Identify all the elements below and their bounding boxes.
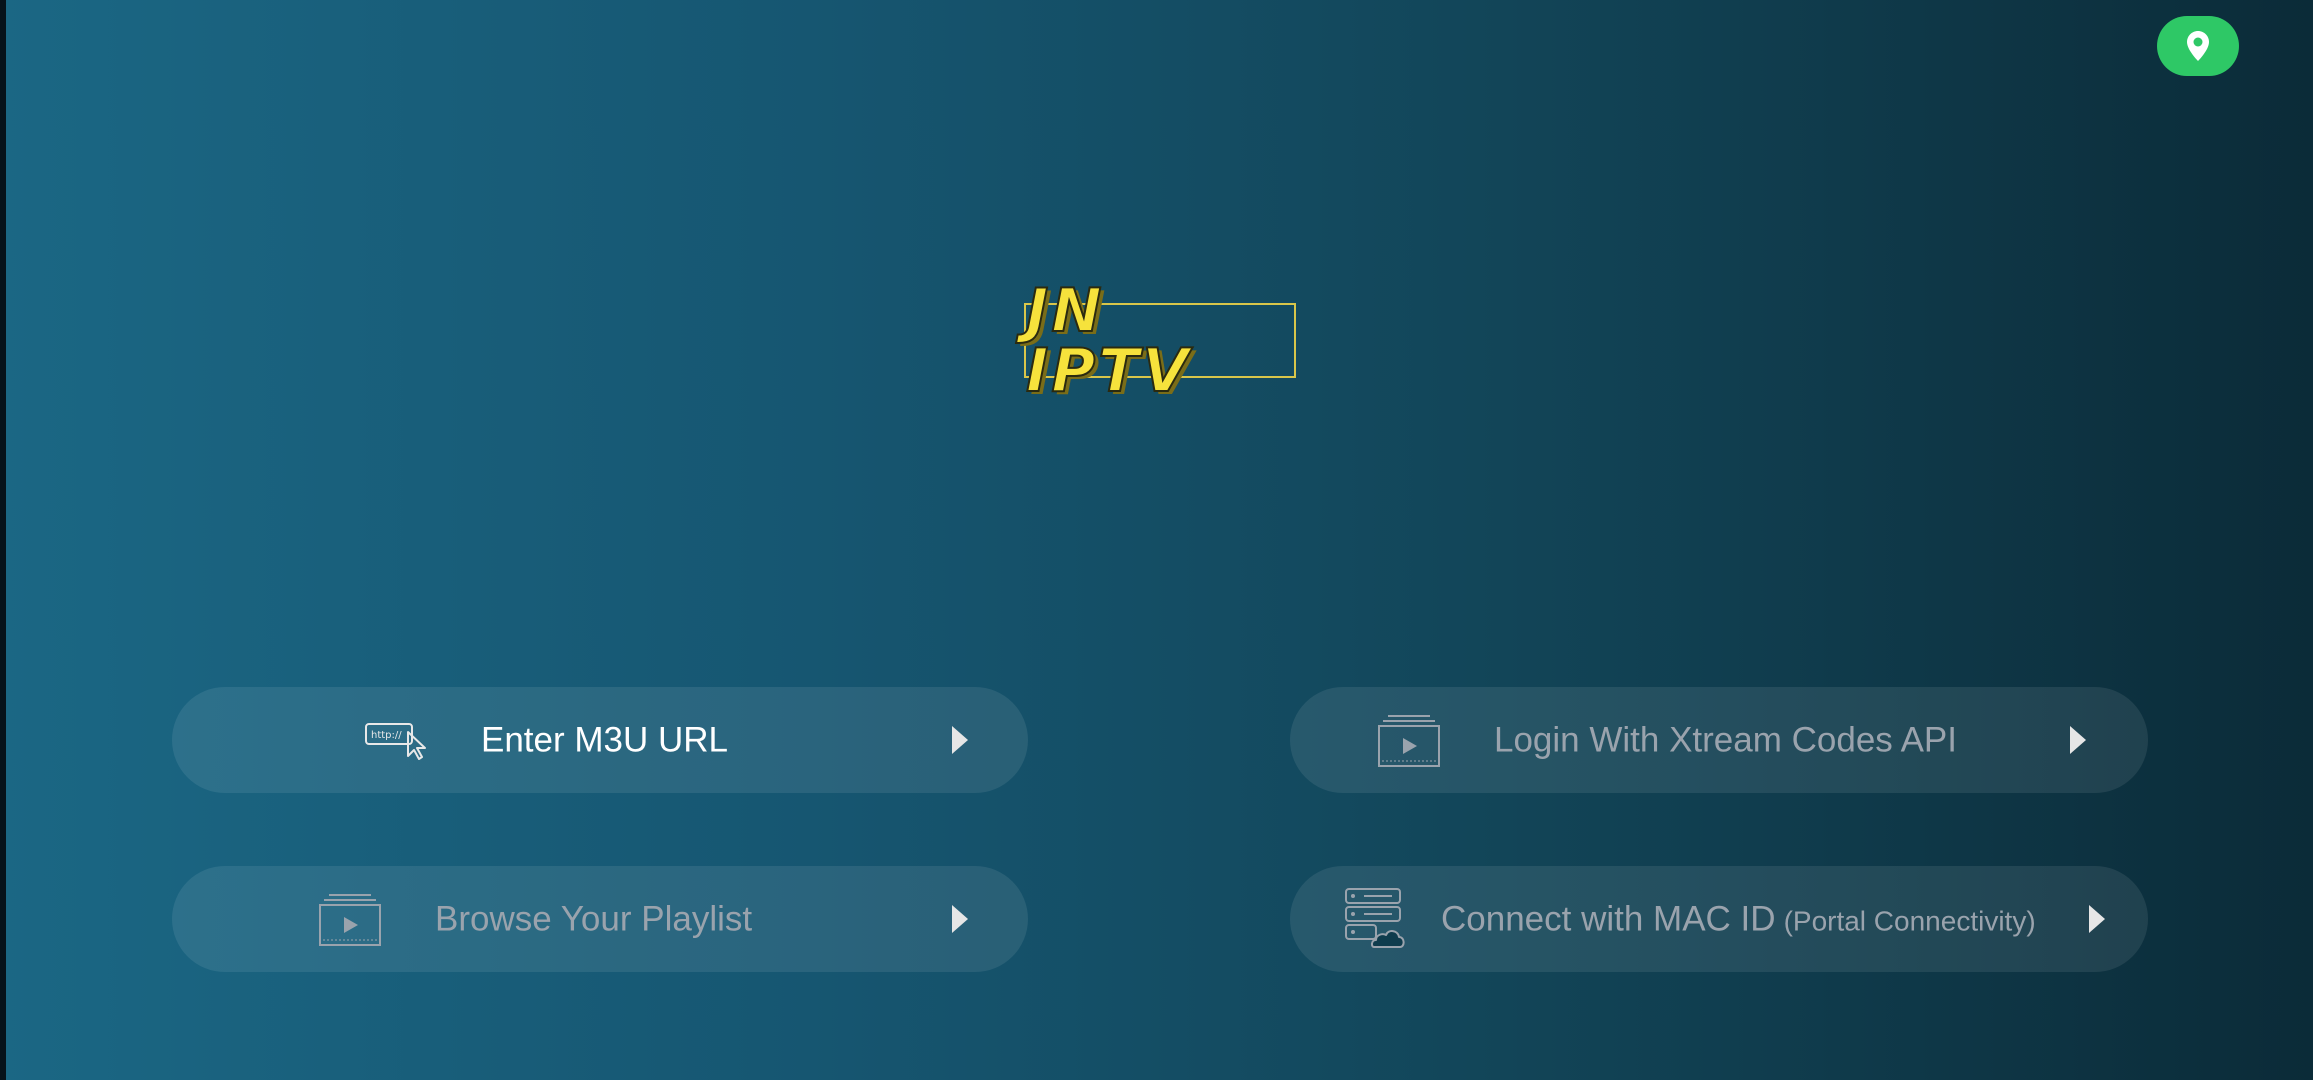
chevron-right-icon xyxy=(2070,726,2086,754)
chevron-right-icon xyxy=(952,905,968,933)
chevron-right-icon xyxy=(2089,905,2105,933)
login-xtream-codes-label: Login With Xtream Codes API xyxy=(1494,720,1957,760)
enter-m3u-url-button[interactable]: http:// Enter M3U URL xyxy=(172,687,1028,793)
logo-text: JN IPTV xyxy=(1025,275,1192,406)
server-cloud-icon xyxy=(1345,888,1405,948)
http-cursor-icon: http:// xyxy=(365,723,426,760)
location-pin-icon xyxy=(2187,31,2209,61)
video-playlist-icon xyxy=(1378,715,1440,767)
browse-playlist-button[interactable]: Browse Your Playlist xyxy=(172,866,1028,972)
app-logo: JN IPTV xyxy=(1024,280,1296,402)
http-icon-text: http:// xyxy=(371,730,402,741)
browse-playlist-label: Browse Your Playlist xyxy=(435,899,753,939)
connect-mac-id-text: Connect with MAC ID xyxy=(1441,899,1776,939)
connect-mac-id-button[interactable]: Connect with MAC ID (Portal Connectivity) xyxy=(1290,866,2148,972)
enter-m3u-url-label: Enter M3U URL xyxy=(481,720,729,760)
left-edge-bar xyxy=(0,0,6,1080)
video-playlist-icon xyxy=(319,894,381,946)
connect-mac-id-label: Connect with MAC ID (Portal Connectivity) xyxy=(1441,902,2036,937)
portal-connectivity-text: (Portal Connectivity) xyxy=(1783,905,2036,937)
location-button[interactable] xyxy=(2157,16,2239,76)
chevron-right-icon xyxy=(952,726,968,754)
login-xtream-codes-button[interactable]: Login With Xtream Codes API xyxy=(1290,687,2148,793)
